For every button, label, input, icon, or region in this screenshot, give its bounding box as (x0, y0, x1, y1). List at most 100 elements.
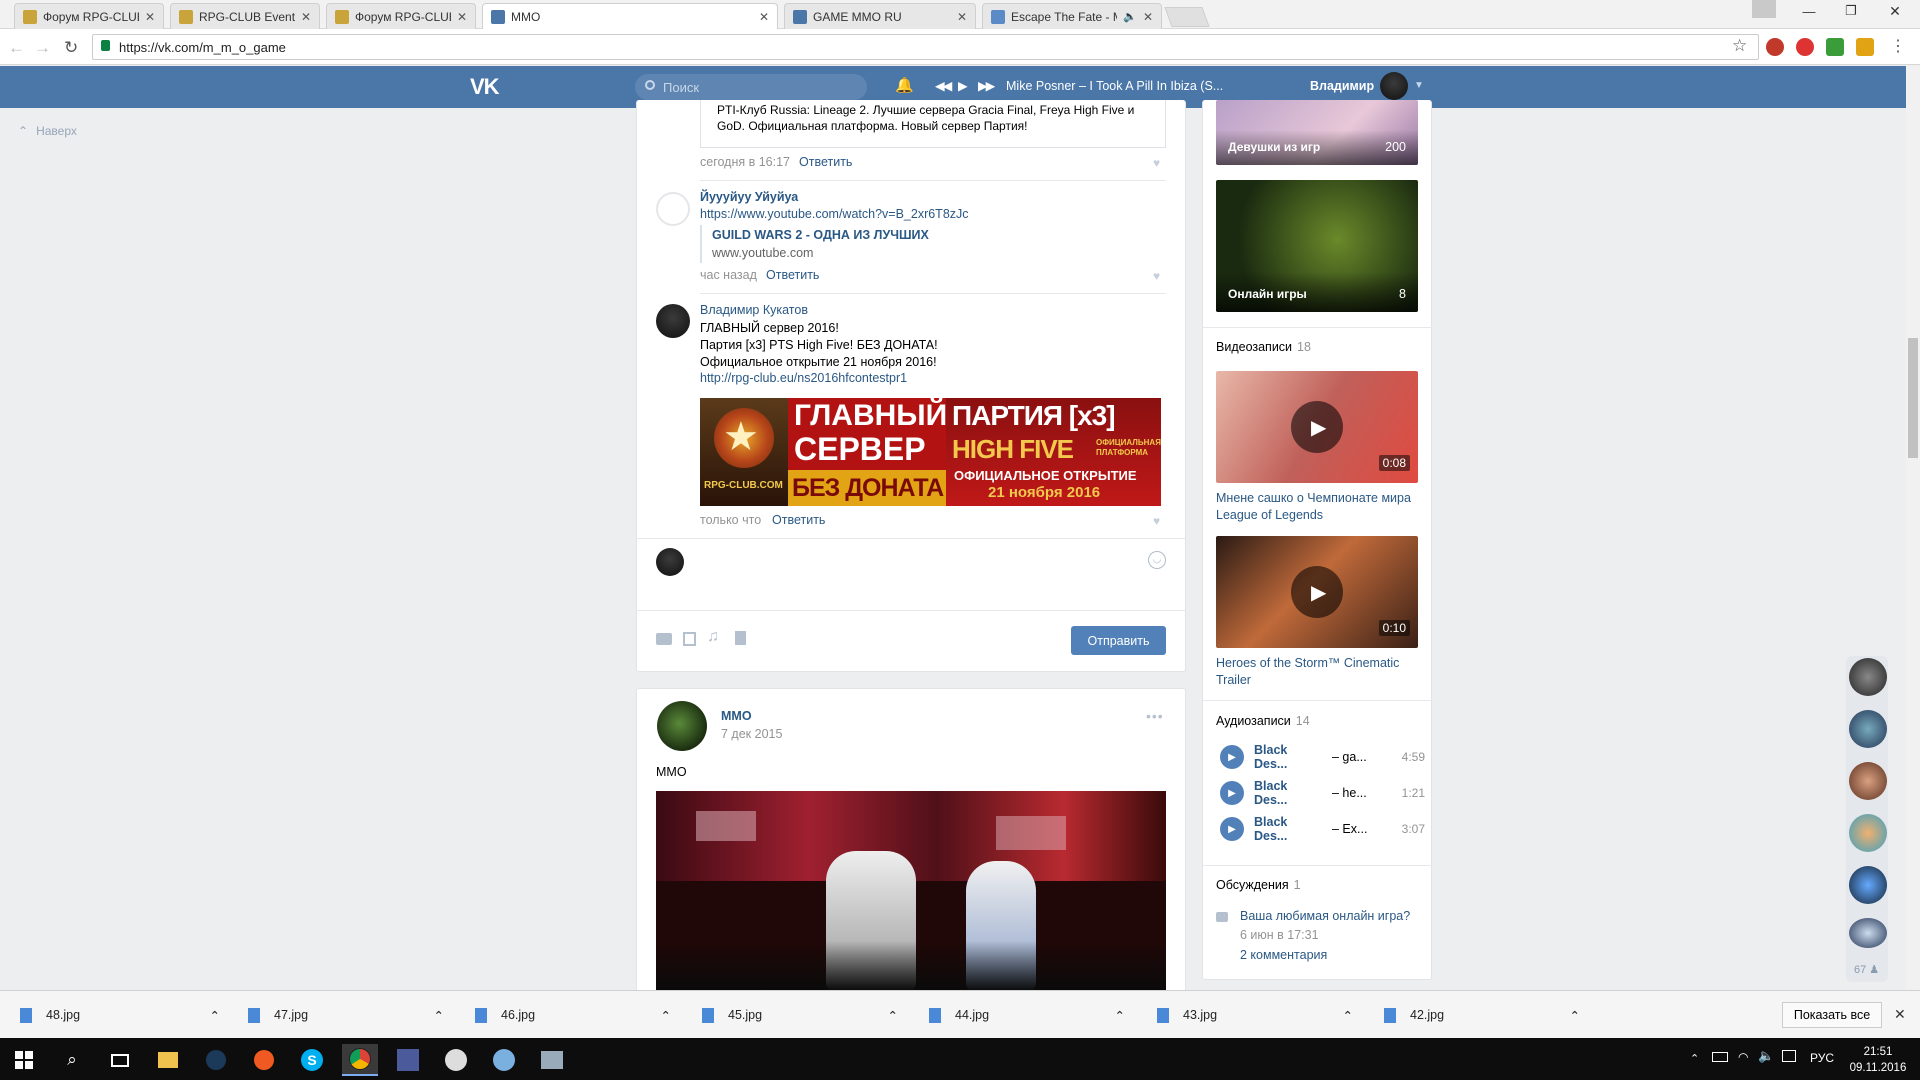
scrollbar-thumb[interactable] (1908, 338, 1918, 458)
input-language[interactable]: РУС (1810, 1051, 1834, 1065)
restore-icon[interactable]: ❐ (1840, 3, 1862, 21)
play-icon[interactable]: ▶ (1220, 817, 1244, 841)
chevron-up-icon[interactable]: ⌃ (661, 1008, 671, 1023)
audio-row[interactable]: ▶ Black Des... – Ex... 3:07 (1220, 815, 1425, 843)
browser-tab-active[interactable]: MMO ✕ (482, 3, 778, 29)
chevron-up-icon[interactable]: ⌃ (434, 1008, 444, 1023)
comment-link[interactable]: http://rpg-club.eu/ns2016hfcontestpr1 (700, 371, 907, 385)
browser-tab[interactable]: RPG-CLUB Events Screen✕ (170, 3, 320, 29)
download-item[interactable]: 42.jpg ⌃ (1384, 1000, 1580, 1030)
browser-tab[interactable]: Escape The Fate - My 🔈 ✕ (982, 3, 1162, 29)
chevron-up-icon[interactable]: ⌃ (1115, 1008, 1125, 1023)
friend-avatar[interactable] (1849, 762, 1887, 800)
chevron-up-icon[interactable]: ⌃ (888, 1008, 898, 1023)
page-scrollbar[interactable] (1906, 66, 1920, 990)
reply-button[interactable]: Ответить (766, 268, 819, 282)
comment-attachment-snippet[interactable]: PTI-Клуб Russia: Lineage 2. Лучшие серве… (700, 100, 1166, 148)
reply-button[interactable]: Ответить (772, 513, 825, 527)
download-item[interactable]: 45.jpg ⌃ (702, 1000, 898, 1030)
post-author[interactable]: MMO (721, 709, 752, 723)
app-icon[interactable] (390, 1044, 426, 1076)
like-heart-icon[interactable]: ♥ (1153, 269, 1160, 283)
camera-icon[interactable] (656, 633, 672, 645)
skype-icon[interactable]: S (294, 1044, 330, 1076)
minimize-icon[interactable]: — (1798, 4, 1820, 22)
battery-icon[interactable] (1712, 1052, 1728, 1062)
discussions-header[interactable]: Обсуждения 1 (1216, 878, 1301, 892)
search-icon[interactable]: ⌕ (54, 1044, 90, 1076)
chevron-up-icon[interactable]: ⌃ (210, 1008, 220, 1023)
comment-avatar[interactable] (656, 304, 690, 338)
back-arrow-icon[interactable]: ← (8, 38, 25, 58)
like-heart-icon[interactable]: ♥ (1153, 514, 1160, 528)
play-icon[interactable]: ▶ (1220, 781, 1244, 805)
search-input[interactable]: Поиск (635, 74, 867, 100)
audios-header[interactable]: Аудиозаписи 14 (1216, 714, 1310, 728)
extension-icon[interactable] (1856, 38, 1874, 56)
extension-icon[interactable] (1796, 38, 1814, 56)
comment-link[interactable]: https://www.youtube.com/watch?v=B_2xr6T8… (700, 207, 969, 221)
friends-count[interactable]: 67 ♟ (1854, 963, 1879, 976)
show-all-downloads-button[interactable]: Показать все (1782, 1002, 1882, 1028)
app-icon[interactable] (486, 1044, 522, 1076)
notifications-bell-icon[interactable]: 🔔 (895, 76, 914, 94)
user-avatar[interactable] (1380, 72, 1408, 100)
volume-icon[interactable]: 🔈 (1758, 1048, 1774, 1064)
album-thumbnail[interactable]: Девушки из игр 200 (1216, 100, 1418, 165)
vk-logo-icon[interactable]: VK (470, 74, 500, 100)
address-bar[interactable]: https://vk.com/m_m_o_game (92, 34, 1759, 60)
chevron-down-icon[interactable]: ▼ (1414, 80, 1424, 91)
album-thumbnail[interactable]: Онлайн игры 8 (1216, 180, 1418, 312)
close-tab-icon[interactable]: ✕ (457, 10, 467, 24)
chrome-icon[interactable] (342, 1044, 378, 1076)
comment-avatar[interactable] (656, 192, 690, 226)
video-title[interactable]: Мнене сашко о Чемпионате мира League of … (1216, 490, 1420, 524)
close-tab-icon[interactable]: ✕ (759, 10, 769, 24)
play-icon[interactable]: ▶ (958, 78, 968, 93)
post-photo[interactable] (656, 791, 1166, 991)
video-icon[interactable] (683, 632, 696, 646)
close-tab-icon[interactable]: ✕ (957, 10, 967, 24)
wifi-icon[interactable]: ◠ (1738, 1050, 1748, 1064)
download-item[interactable]: 46.jpg ⌃ (475, 1000, 671, 1030)
profile-icon[interactable] (1752, 0, 1776, 18)
close-downloads-icon[interactable]: ✕ (1894, 1006, 1906, 1023)
browser-tab[interactable]: GAME MMO RU ✕ (784, 3, 976, 29)
server-banner-image[interactable]: ★ RPG-CLUB.COM ГЛАВНЫЙ СЕРВЕР БЕЗ ДОНАТА… (700, 398, 1161, 506)
adblock-extension-icon[interactable] (1766, 38, 1784, 56)
document-icon[interactable] (735, 631, 746, 645)
comment-input[interactable] (700, 546, 1120, 576)
steam-icon[interactable] (198, 1044, 234, 1076)
send-button[interactable]: Отправить (1071, 626, 1166, 655)
file-explorer-icon[interactable] (150, 1044, 186, 1076)
discussion-title[interactable]: Ваша любимая онлайн игра? (1240, 909, 1410, 923)
post-date[interactable]: 7 дек 2015 (721, 727, 782, 741)
browser-tab[interactable]: Форум RPG-CLUB. Тема:✕ (326, 3, 476, 29)
close-tab-icon[interactable]: ✕ (145, 10, 155, 24)
download-item[interactable]: 47.jpg ⌃ (248, 1000, 444, 1030)
action-center-icon[interactable] (1782, 1050, 1796, 1062)
comment-author[interactable]: Йуууйуу Уйуйуа (700, 190, 798, 204)
close-tab-icon[interactable]: ✕ (1143, 10, 1153, 24)
reply-button[interactable]: Ответить (799, 155, 852, 169)
video-title[interactable]: Heroes of the Storm™ Cinematic Trailer (1216, 655, 1420, 689)
reload-icon[interactable]: ↻ (64, 38, 78, 58)
extension-icon[interactable] (1826, 38, 1844, 56)
previous-track-icon[interactable]: ◀◀ (935, 78, 952, 93)
app-icon[interactable] (534, 1044, 570, 1076)
system-clock[interactable]: 21:51 09.11.2016 (1848, 1044, 1908, 1076)
audio-row[interactable]: ▶ Black Des... – he... 1:21 (1220, 779, 1425, 807)
bookmark-star-icon[interactable]: ☆ (1732, 36, 1747, 56)
download-item[interactable]: 43.jpg ⌃ (1157, 1000, 1353, 1030)
friend-avatar[interactable] (1849, 814, 1887, 852)
play-icon[interactable]: ▶ (1220, 745, 1244, 769)
chrome-menu-icon[interactable]: ⋮ (1890, 36, 1906, 56)
friend-avatar[interactable] (1849, 710, 1887, 748)
like-heart-icon[interactable]: ♥ (1153, 156, 1160, 170)
user-name[interactable]: Владимир (1310, 79, 1374, 93)
friend-avatar[interactable] (1849, 866, 1887, 904)
chevron-up-icon[interactable]: ⌃ (1343, 1008, 1353, 1023)
player-track-title[interactable]: Mike Posner – I Took A Pill In Ibiza (S.… (1006, 79, 1223, 93)
browser-tab[interactable]: Форум RPG-CLUB. Тема:✕ (14, 3, 164, 29)
chevron-up-icon[interactable]: ⌃ (1570, 1008, 1580, 1023)
